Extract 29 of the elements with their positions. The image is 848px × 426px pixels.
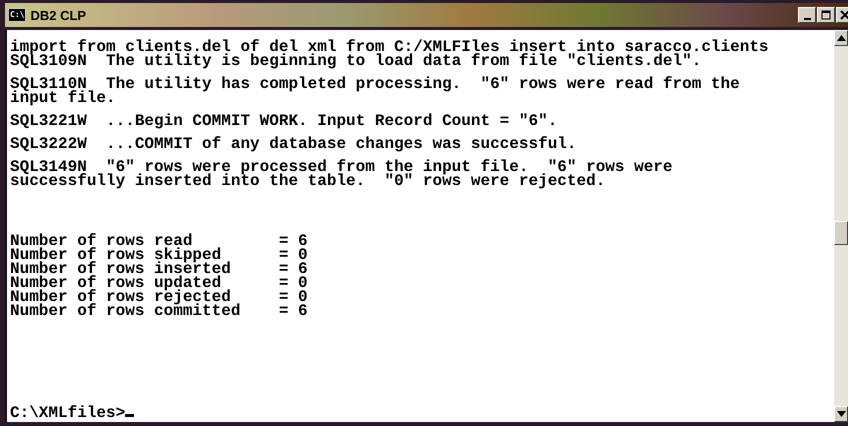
summary-line: Number of rows rejected = 0 <box>10 290 309 304</box>
summary-line: Number of rows committed = 6 <box>10 304 309 318</box>
summary-line: Number of rows skipped = 0 <box>10 248 309 262</box>
close-icon <box>840 10 848 20</box>
maximize-icon <box>821 10 831 20</box>
scroll-up-button[interactable] <box>834 30 848 46</box>
output-line: input file. <box>10 91 117 105</box>
output-line: SQL3110N The utility has completed processing. "6" rows were read from the <box>10 77 741 91</box>
minimize-button[interactable] <box>798 7 816 23</box>
down-arrow-icon <box>836 411 846 417</box>
scroll-down-button[interactable] <box>834 406 848 422</box>
output-line: import from clients.del of del xml from C:/XMLFIles insert into saracco.clients <box>10 40 770 54</box>
up-arrow-icon <box>836 35 846 41</box>
output-line: SQL3149N "6" rows were processed from the input file. "6" rows were <box>10 160 674 174</box>
scrollbar-thumb[interactable] <box>834 221 848 245</box>
maximize-button[interactable] <box>817 7 835 23</box>
output-line: SQL3221W ...Begin COMMIT WORK. Input Record Count = "6". <box>10 114 558 128</box>
summary-line: Number of rows read = 6 <box>10 234 309 248</box>
output-line: SQL3109N The utility is beginning to load data from file "clients.del". <box>10 54 702 68</box>
console-icon: C:\ <box>8 8 26 22</box>
summary-line: Number of rows updated = 0 <box>10 276 309 290</box>
minimize-icon <box>804 18 810 20</box>
output-line: SQL3222W ...COMMIT of any database changes was successful. <box>10 137 578 151</box>
output-line: successfully inserted into the table. "0" rows were rejected. <box>10 174 606 188</box>
text-cursor <box>125 414 134 417</box>
command-prompt: C:\XMLfiles> <box>10 404 126 422</box>
summary-line: Number of rows inserted = 6 <box>10 262 309 276</box>
window-title: DB2 CLP <box>30 8 88 22</box>
vertical-scrollbar[interactable] <box>834 30 848 422</box>
